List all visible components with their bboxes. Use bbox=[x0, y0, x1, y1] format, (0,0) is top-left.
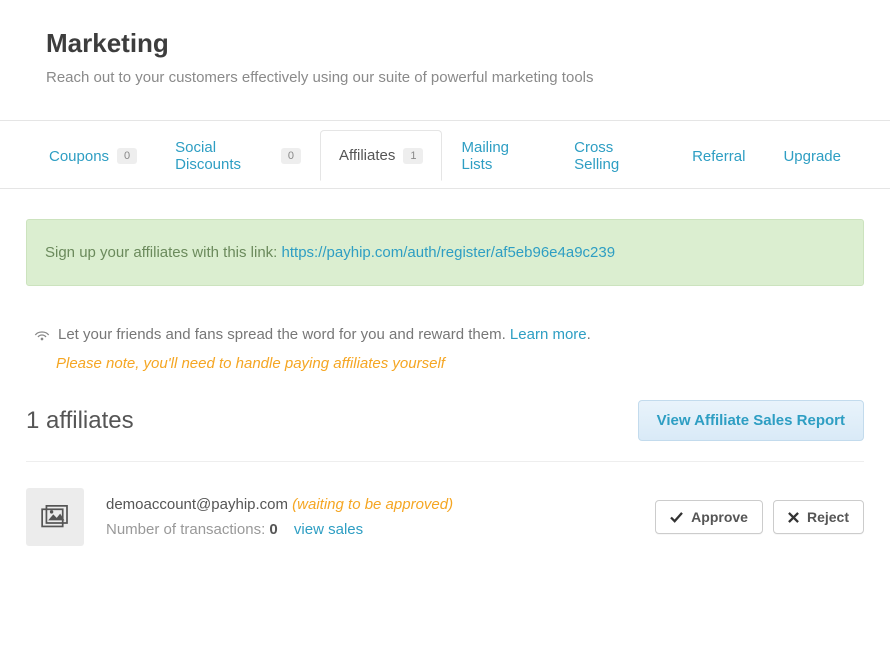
tab-coupons[interactable]: Coupons 0 bbox=[30, 131, 156, 181]
tab-label: Cross Selling bbox=[574, 139, 654, 173]
tab-cross-selling[interactable]: Cross Selling bbox=[555, 122, 673, 189]
affiliate-identity: demoaccount@payhip.com (waiting to be ap… bbox=[106, 496, 633, 513]
approve-button[interactable]: Approve bbox=[655, 500, 763, 534]
affiliate-actions: Approve Reject bbox=[655, 500, 864, 534]
tab-badge: 1 bbox=[403, 148, 423, 164]
tab-label: Referral bbox=[692, 148, 745, 165]
reject-button[interactable]: Reject bbox=[773, 500, 864, 534]
signup-link-alert: Sign up your affiliates with this link: … bbox=[26, 219, 864, 286]
tx-count: 0 bbox=[269, 521, 277, 538]
page-header: Marketing Reach out to your customers ef… bbox=[0, 0, 890, 121]
affiliates-header-row: 1 affiliates View Affiliate Sales Report bbox=[26, 400, 864, 462]
tab-label: Social Discounts bbox=[175, 139, 273, 173]
tab-upgrade[interactable]: Upgrade bbox=[764, 131, 860, 181]
tx-label: Number of transactions: bbox=[106, 521, 269, 538]
page-title: Marketing bbox=[46, 28, 844, 59]
tab-label: Mailing Lists bbox=[461, 139, 536, 173]
page-subtitle: Reach out to your customers effectively … bbox=[46, 69, 844, 86]
tab-label: Coupons bbox=[49, 148, 109, 165]
content-area: Sign up your affiliates with this link: … bbox=[0, 189, 890, 586]
tab-mailing-lists[interactable]: Mailing Lists bbox=[442, 122, 555, 189]
affiliate-info: demoaccount@payhip.com (waiting to be ap… bbox=[106, 496, 633, 538]
tab-label: Affiliates bbox=[339, 147, 395, 164]
info-line: Let your friends and fans spread the wor… bbox=[26, 326, 864, 343]
image-icon bbox=[41, 505, 69, 529]
tab-social-discounts[interactable]: Social Discounts 0 bbox=[156, 122, 320, 189]
info-text: Let your friends and fans spread the wor… bbox=[58, 326, 591, 343]
broadcast-icon bbox=[34, 328, 50, 342]
affiliate-row: demoaccount@payhip.com (waiting to be ap… bbox=[26, 462, 864, 556]
affiliate-transactions: Number of transactions: 0 view sales bbox=[106, 521, 633, 538]
reject-label: Reject bbox=[807, 509, 849, 525]
affiliate-status: (waiting to be approved) bbox=[292, 496, 453, 513]
tabs-bar: Coupons 0 Social Discounts 0 Affiliates … bbox=[0, 121, 890, 189]
close-icon bbox=[788, 512, 799, 523]
alert-prefix: Sign up your affiliates with this link: bbox=[45, 244, 282, 261]
view-sales-link[interactable]: view sales bbox=[294, 521, 363, 538]
tab-referral[interactable]: Referral bbox=[673, 131, 764, 181]
check-icon bbox=[670, 512, 683, 523]
tab-badge: 0 bbox=[281, 148, 301, 164]
tab-label: Upgrade bbox=[783, 148, 841, 165]
learn-more-link[interactable]: Learn more bbox=[510, 326, 587, 343]
tab-affiliates[interactable]: Affiliates 1 bbox=[320, 130, 443, 181]
affiliates-count: 1 affiliates bbox=[26, 407, 134, 435]
approve-label: Approve bbox=[691, 509, 748, 525]
view-sales-report-button[interactable]: View Affiliate Sales Report bbox=[638, 400, 864, 441]
signup-link[interactable]: https://payhip.com/auth/register/af5eb96… bbox=[282, 244, 616, 261]
payment-note: Please note, you'll need to handle payin… bbox=[26, 355, 864, 372]
affiliate-email: demoaccount@payhip.com bbox=[106, 496, 288, 513]
tab-badge: 0 bbox=[117, 148, 137, 164]
avatar-placeholder bbox=[26, 488, 84, 546]
